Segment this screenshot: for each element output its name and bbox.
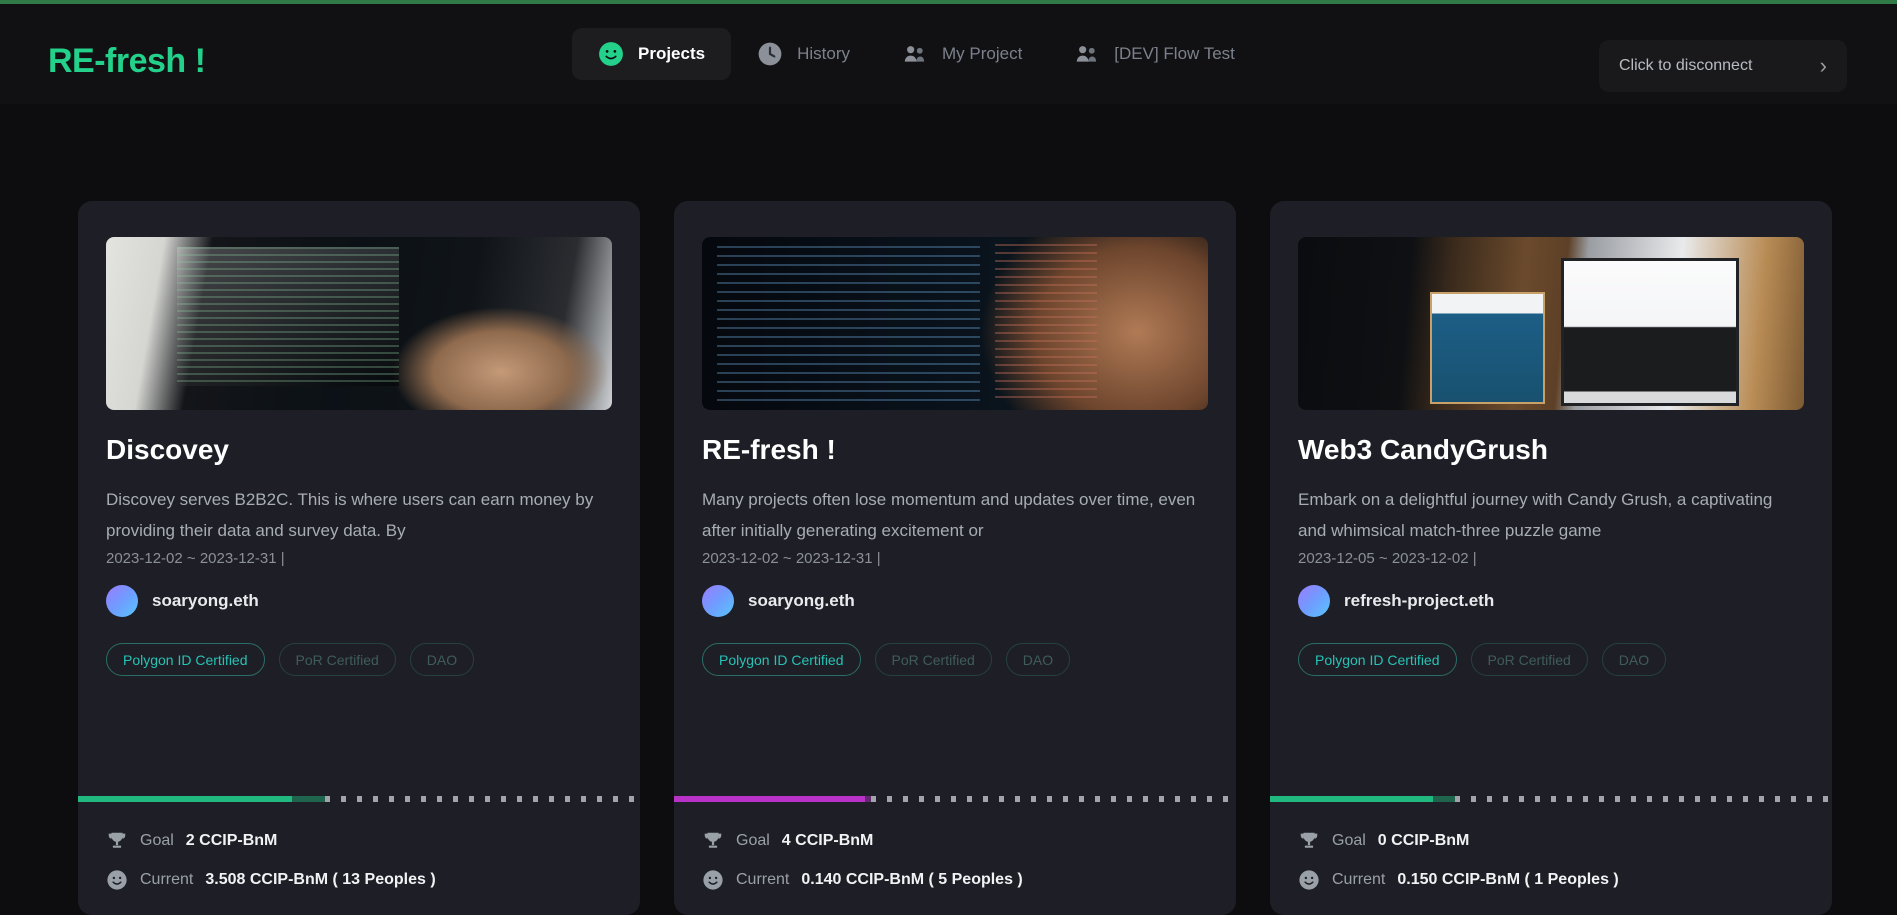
goal-row: Goal 0 CCIP-BnM — [1298, 830, 1802, 852]
project-stats: Goal 0 CCIP-BnM Current 0.150 CCIP-BnM (… — [1298, 830, 1802, 891]
badge-polygon-id-certified[interactable]: Polygon ID Certified — [702, 643, 861, 676]
progress-track — [1455, 796, 1832, 802]
project-card[interactable]: RE-fresh ! Many projects often lose mome… — [674, 201, 1236, 915]
project-title: RE-fresh ! — [702, 434, 836, 465]
nav-label-my-project: My Project — [942, 44, 1023, 63]
badge-polygon-id-certified[interactable]: Polygon ID Certified — [106, 643, 265, 676]
disconnect-button[interactable]: Click to disconnect › — [1599, 40, 1847, 92]
progress-track — [325, 796, 640, 802]
project-description: Many projects often lose momentum and up… — [702, 490, 1196, 540]
project-title: Web3 CandyGrush — [1298, 434, 1548, 465]
badge-dao[interactable]: DAO — [409, 643, 475, 676]
nav-item-dev-flow-test[interactable]: [DEV] Flow Test — [1048, 28, 1261, 80]
clock-icon — [757, 41, 783, 67]
progress-bar — [674, 796, 1236, 802]
current-label: Current — [140, 871, 194, 888]
goal-value: 4 CCIP-BnM — [781, 832, 874, 849]
goal-row: Goal 4 CCIP-BnM — [702, 830, 1206, 852]
goal-value: 2 CCIP-BnM — [185, 832, 278, 849]
owner-name: soaryong.eth — [748, 591, 855, 610]
badge-por-certified[interactable]: PoR Certified — [278, 643, 396, 676]
project-card[interactable]: Discovey Discovey serves B2B2C. This is … — [78, 201, 640, 915]
app-logo[interactable]: RE-fresh ! — [48, 42, 206, 81]
badge-dao[interactable]: DAO — [1601, 643, 1667, 676]
chevron-right-icon: › — [1819, 53, 1827, 78]
progress-tip — [291, 796, 326, 802]
project-description: Discovey serves B2B2C. This is where use… — [106, 490, 594, 540]
goal-row: Goal 2 CCIP-BnM — [106, 830, 610, 852]
main-nav: Projects History My Project [DEV] Flow T… — [572, 28, 1261, 80]
nav-item-my-project[interactable]: My Project — [876, 28, 1048, 80]
goal-label: Goal — [736, 832, 770, 849]
current-row: Current 3.508 CCIP-BnM ( 13 Peoples ) — [106, 869, 610, 891]
project-owner: refresh-project.eth — [1298, 585, 1494, 617]
project-card-list: Discovey Discovey serves B2B2C. This is … — [78, 201, 1832, 915]
nav-label-history: History — [797, 44, 850, 63]
current-value: 3.508 CCIP-BnM ( 13 Peoples ) — [205, 871, 436, 888]
progress-tip — [1432, 796, 1456, 802]
current-label: Current — [736, 871, 790, 888]
goal-value: 0 CCIP-BnM — [1377, 832, 1470, 849]
project-stats: Goal 2 CCIP-BnM Current 3.508 CCIP-BnM (… — [106, 830, 610, 891]
current-value: 0.140 CCIP-BnM ( 5 Peoples ) — [801, 871, 1023, 888]
smiley-icon — [1298, 869, 1320, 891]
owner-name: refresh-project.eth — [1344, 591, 1495, 610]
badge-group: Polygon ID Certified PoR Certified DAO — [1298, 643, 1667, 676]
project-date-range: 2023-12-02 ~ 2023-12-31 | — [106, 550, 285, 567]
avatar — [702, 585, 734, 617]
progress-track — [870, 796, 1236, 802]
badge-por-certified[interactable]: PoR Certified — [874, 643, 992, 676]
progress-bar — [78, 796, 640, 802]
badge-group: Polygon ID Certified PoR Certified DAO — [106, 643, 475, 676]
progress-fill — [78, 796, 292, 802]
project-title: Discovey — [106, 434, 229, 465]
disconnect-label: Click to disconnect — [1619, 57, 1753, 74]
smiley-icon — [106, 869, 128, 891]
badge-polygon-id-certified[interactable]: Polygon ID Certified — [1298, 643, 1457, 676]
nav-label-dev-flow-test: [DEV] Flow Test — [1114, 44, 1235, 63]
nav-item-projects[interactable]: Projects — [572, 28, 732, 80]
current-label: Current — [1332, 871, 1386, 888]
avatar — [1298, 585, 1330, 617]
owner-name: soaryong.eth — [152, 591, 259, 610]
project-thumbnail — [106, 237, 612, 410]
goal-label: Goal — [1332, 832, 1366, 849]
progress-fill — [674, 796, 866, 802]
trophy-icon — [702, 830, 724, 852]
people-icon — [902, 41, 928, 67]
smiley-icon — [702, 869, 724, 891]
goal-label: Goal — [140, 832, 174, 849]
badge-dao[interactable]: DAO — [1005, 643, 1071, 676]
nav-label-projects: Projects — [638, 44, 706, 63]
nav-item-history[interactable]: History — [731, 28, 876, 80]
project-date-range: 2023-12-02 ~ 2023-12-31 | — [702, 550, 881, 567]
current-value: 0.150 CCIP-BnM ( 1 Peoples ) — [1397, 871, 1619, 888]
badge-por-certified[interactable]: PoR Certified — [1470, 643, 1588, 676]
avatar — [106, 585, 138, 617]
trophy-icon — [1298, 830, 1320, 852]
progress-bar — [1270, 796, 1832, 802]
project-owner: soaryong.eth — [106, 585, 259, 617]
project-description: Embark on a delightful journey with Cand… — [1298, 490, 1773, 540]
badge-group: Polygon ID Certified PoR Certified DAO — [702, 643, 1071, 676]
project-thumbnail — [1298, 237, 1804, 410]
project-stats: Goal 4 CCIP-BnM Current 0.140 CCIP-BnM (… — [702, 830, 1206, 891]
current-row: Current 0.140 CCIP-BnM ( 5 Peoples ) — [702, 869, 1206, 891]
project-date-range: 2023-12-05 ~ 2023-12-02 | — [1298, 550, 1477, 567]
app-header: RE-fresh ! Projects History My Project [… — [0, 4, 1897, 104]
project-owner: soaryong.eth — [702, 585, 855, 617]
current-row: Current 0.150 CCIP-BnM ( 1 Peoples ) — [1298, 869, 1802, 891]
project-thumbnail — [702, 237, 1208, 410]
project-card[interactable]: Web3 CandyGrush Embark on a delightful j… — [1270, 201, 1832, 915]
trophy-icon — [106, 830, 128, 852]
progress-fill — [1270, 796, 1433, 802]
smiley-icon — [598, 41, 624, 67]
people-icon — [1074, 41, 1100, 67]
